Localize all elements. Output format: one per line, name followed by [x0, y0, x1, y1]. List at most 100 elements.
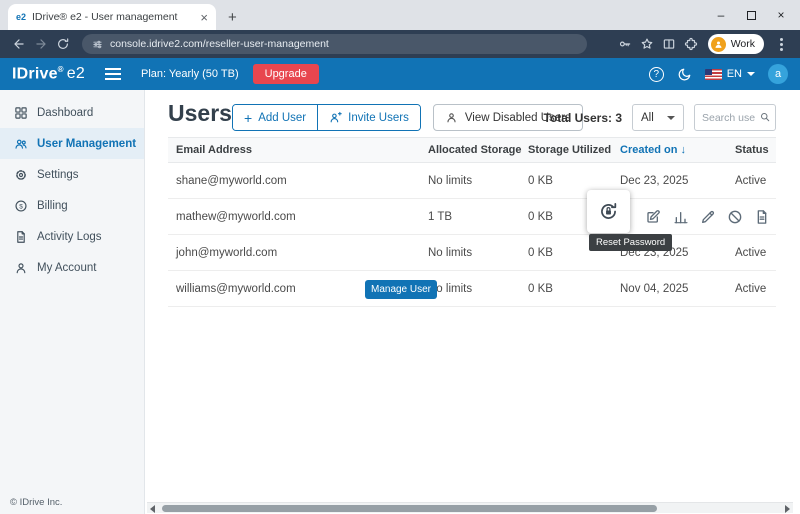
tab-close-icon[interactable]: ×: [200, 11, 208, 24]
copyright-label: © IDrive Inc.: [10, 497, 62, 508]
back-arrow-icon: [12, 37, 26, 51]
help-icon[interactable]: ?: [649, 67, 664, 82]
reset-password-icon: [598, 201, 619, 222]
user-email: john@myworld.com: [168, 247, 428, 259]
app-header-right: ? EN a: [649, 64, 788, 84]
table-controls: Total Users: 3 All: [544, 104, 776, 131]
gear-icon: [14, 168, 28, 182]
scrollbar-thumb[interactable]: [162, 505, 657, 512]
edit-storage-icon: [645, 209, 661, 225]
language-caret-icon: [747, 72, 755, 76]
document-icon: [754, 209, 770, 225]
table-row[interactable]: john@myworld.com No limits 0 KB Dec 23, …: [168, 235, 776, 271]
header-storage-utilized: Storage Utilized: [528, 144, 620, 156]
window-close-button[interactable]: ×: [766, 8, 796, 22]
table-row[interactable]: williams@myworld.com No limits 0 KB Nov …: [168, 271, 776, 307]
sidebar-item-dashboard[interactable]: Dashboard: [0, 97, 144, 128]
language-selector[interactable]: EN: [705, 68, 755, 80]
user-stats-button[interactable]: [673, 209, 689, 225]
scroll-left-arrow-icon[interactable]: [150, 505, 155, 513]
table-header-row: Email Address Allocated Storage Storage …: [168, 137, 776, 163]
users-toolbar: + Add User Invite Users View Disabled Us…: [232, 104, 583, 131]
sidebar-item-billing[interactable]: $ Billing: [0, 190, 144, 221]
upgrade-button[interactable]: Upgrade: [253, 64, 319, 84]
scroll-right-arrow-icon[interactable]: [785, 505, 790, 513]
plus-icon: +: [244, 111, 252, 125]
header-email: Email Address: [168, 144, 428, 156]
sort-by-created-button[interactable]: Created on ↓: [620, 144, 735, 156]
sidebar: Dashboard User Management Settings $ Bil…: [0, 90, 145, 514]
users-icon: [14, 137, 28, 151]
allocated-storage-value: No limits: [428, 283, 528, 295]
back-button[interactable]: [8, 35, 30, 53]
manage-user-button[interactable]: Manage User: [365, 280, 437, 299]
browser-profile-chip[interactable]: Work: [708, 34, 764, 54]
table-row[interactable]: shane@myworld.com No limits 0 KB Dec 23,…: [168, 163, 776, 199]
disable-slash-icon: [727, 209, 743, 225]
person-plus-icon: [329, 111, 342, 124]
disable-user-button[interactable]: [727, 209, 743, 225]
password-manager-button[interactable]: [614, 35, 636, 53]
browser-tab-strip: e2 IDrive® e2 - User management × + – ×: [0, 0, 800, 30]
account-avatar[interactable]: a: [768, 64, 788, 84]
key-icon: [618, 37, 632, 51]
edit-user-button[interactable]: [700, 209, 716, 225]
url-text: console.idrive2.com/reseller-user-manage…: [110, 38, 329, 50]
tab-title: IDrive® e2 - User management: [32, 11, 194, 23]
user-email: mathew@myworld.com: [168, 211, 428, 223]
site-favicon: e2: [16, 12, 26, 22]
add-user-label: Add User: [258, 112, 306, 124]
disabled-person-icon: [445, 111, 458, 124]
browser-tab[interactable]: e2 IDrive® e2 - User management ×: [8, 4, 216, 30]
status-value: Active: [735, 175, 776, 187]
user-actions-group: + Add User Invite Users: [232, 104, 421, 131]
user-filter-dropdown[interactable]: All: [632, 104, 684, 131]
window-maximize-button[interactable]: [736, 8, 766, 22]
window-controls: – ×: [706, 0, 796, 30]
header-created-on: Created on ↓: [620, 144, 735, 156]
toolbar-right: Work: [614, 34, 792, 54]
dark-mode-moon-icon[interactable]: [677, 67, 692, 82]
us-flag-icon: [705, 69, 722, 80]
add-user-button[interactable]: + Add User: [233, 105, 317, 130]
invite-users-button[interactable]: Invite Users: [317, 105, 420, 130]
storage-utilized-value: 0 KB: [528, 175, 620, 187]
browser-menu-button[interactable]: [770, 35, 792, 53]
browser-toolbar: console.idrive2.com/reseller-user-manage…: [0, 30, 800, 58]
sidebar-item-user-management[interactable]: User Management: [0, 128, 144, 159]
created-on-value: Dec 23, 2025: [620, 175, 735, 187]
sidebar-item-settings[interactable]: Settings: [0, 159, 144, 190]
extensions-puzzle-icon: [684, 37, 698, 51]
bookmark-button[interactable]: [636, 35, 658, 53]
star-icon: [640, 37, 654, 51]
allocated-storage-value: No limits: [428, 247, 528, 259]
new-tab-button[interactable]: +: [228, 10, 237, 25]
forward-button[interactable]: [30, 35, 52, 53]
tune-icon: [92, 39, 103, 50]
allocated-storage-value: 1 TB: [428, 211, 528, 223]
address-bar[interactable]: console.idrive2.com/reseller-user-manage…: [82, 34, 587, 54]
idrive-e2-logo[interactable]: IDrive®e2: [12, 65, 85, 83]
user-email: shane@myworld.com: [168, 175, 428, 187]
window-minimize-button[interactable]: –: [706, 8, 736, 22]
reading-list-button[interactable]: [658, 35, 680, 53]
profile-avatar-icon: [711, 37, 726, 52]
billing-dollar-icon: $: [14, 199, 28, 213]
app-header: IDrive®e2 Plan: Yearly (50 TB) Upgrade ?…: [0, 58, 800, 90]
sidebar-item-my-account[interactable]: My Account: [0, 252, 144, 283]
extensions-button[interactable]: [680, 35, 702, 53]
stats-bar-chart-icon: [673, 209, 689, 225]
sidebar-item-label: My Account: [37, 262, 96, 274]
search-icon[interactable]: [759, 111, 771, 123]
kebab-menu-icon: [780, 43, 783, 46]
table-row[interactable]: mathew@myworld.com 1 TB 0 KB Reset Passw…: [168, 199, 776, 235]
edit-storage-button[interactable]: [645, 209, 661, 225]
horizontal-scrollbar[interactable]: [147, 502, 793, 513]
sidebar-item-activity-logs[interactable]: Activity Logs: [0, 221, 144, 252]
allocated-storage-value: No limits: [428, 175, 528, 187]
user-logs-button[interactable]: [754, 209, 770, 225]
reload-button[interactable]: [52, 35, 74, 53]
reset-password-button[interactable]: [587, 190, 630, 233]
hamburger-menu-icon[interactable]: [105, 73, 121, 75]
sidebar-item-label: Dashboard: [37, 107, 93, 119]
